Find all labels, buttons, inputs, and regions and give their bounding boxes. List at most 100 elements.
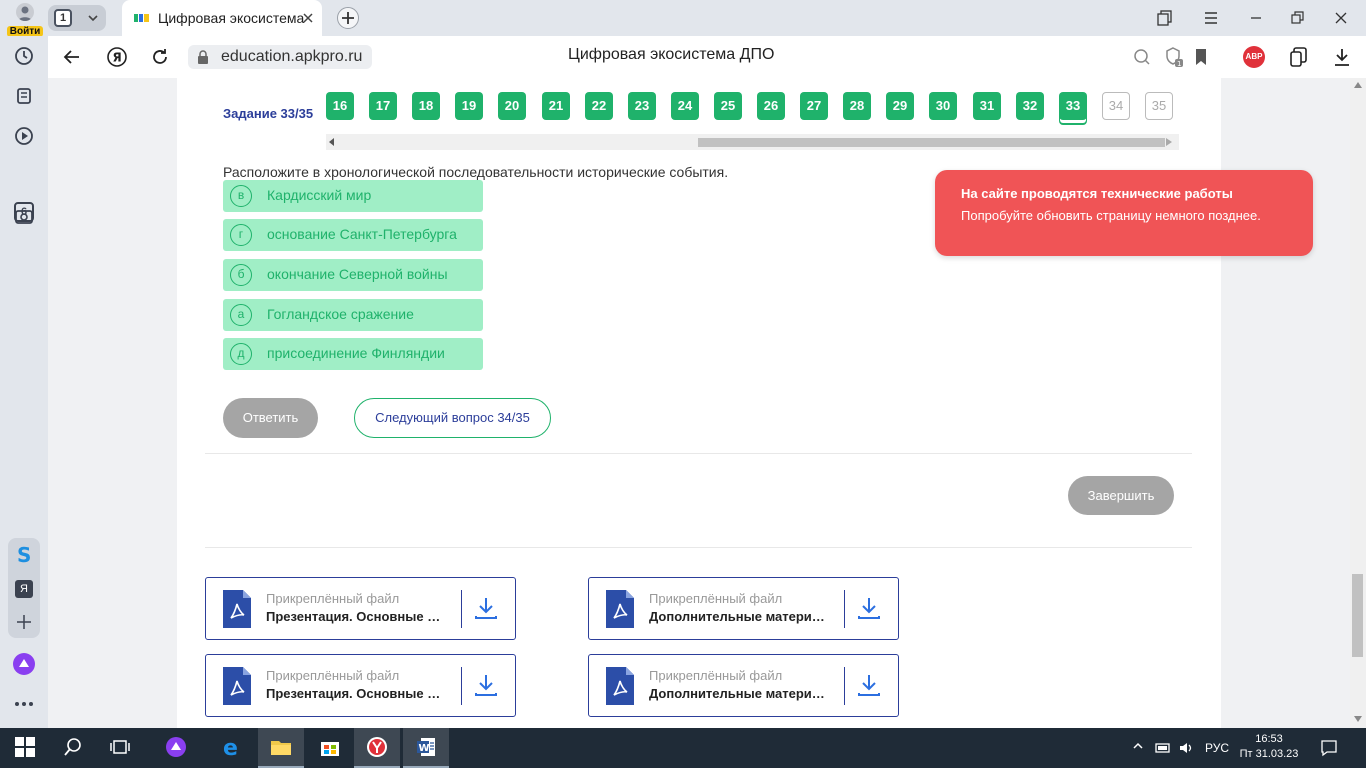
back-arrow-icon[interactable] [62, 47, 82, 67]
left-gutter [48, 78, 177, 728]
answer-option[interactable]: б окончание Северной войны [223, 259, 483, 291]
clock[interactable]: 16:53 Пт 31.03.23 [1236, 732, 1302, 762]
volume-icon[interactable] [1179, 741, 1195, 755]
scroll-thumb[interactable] [698, 138, 1165, 147]
protect-icon[interactable]: 1 [1164, 46, 1184, 68]
minimize-icon[interactable] [1248, 10, 1264, 26]
question-nav-button[interactable]: 18 [412, 92, 440, 120]
option-text: окончание Северной войны [267, 266, 448, 282]
tab-count-button[interactable]: 1 [48, 5, 106, 31]
page-scroll-thumb[interactable] [1352, 574, 1363, 657]
word-icon[interactable]: W [403, 728, 449, 768]
question-nav-button[interactable]: 31 [973, 92, 1001, 120]
tray-chevron-up-icon[interactable] [1133, 741, 1143, 751]
question-nav-button[interactable]: 26 [757, 92, 785, 120]
finish-button[interactable]: Завершить [1068, 476, 1174, 515]
new-tab-button[interactable] [337, 7, 359, 29]
language-indicator[interactable]: РУС [1205, 741, 1229, 755]
question-nav-button[interactable]: 22 [585, 92, 613, 120]
question-nav-button[interactable]: 33 [1059, 92, 1087, 120]
question-nav-button[interactable]: 23 [628, 92, 656, 120]
question-nav-button[interactable]: 25 [714, 92, 742, 120]
search-icon[interactable] [50, 728, 96, 768]
alice-taskbar-icon[interactable] [153, 728, 199, 768]
edge-icon[interactable]: e [210, 728, 256, 768]
question-nav-button[interactable]: 21 [542, 92, 570, 120]
screenshot-camera-icon[interactable] [12, 204, 36, 228]
question-nav-button[interactable]: 32 [1016, 92, 1044, 120]
scroll-down-icon[interactable] [1354, 716, 1362, 722]
answer-option[interactable]: г основание Санкт-Петербурга [223, 219, 483, 251]
download-file-icon[interactable] [474, 673, 498, 697]
start-button[interactable] [2, 728, 48, 768]
download-file-icon[interactable] [857, 596, 881, 620]
option-text: основание Санкт-Петербурга [267, 226, 457, 242]
more-dots-icon[interactable] [12, 692, 36, 716]
restore-icon[interactable] [1290, 10, 1306, 26]
battery-icon[interactable] [1154, 741, 1172, 755]
attached-file[interactable]: Прикреплённый файл Дополнительные матери… [588, 577, 899, 640]
option-text: присоединение Финляндии [267, 345, 445, 361]
file-explorer-icon[interactable] [258, 728, 304, 768]
active-tab[interactable]: Цифровая экосистема [122, 0, 322, 36]
address-bar: Я education.apkpro.ru Цифровая экосистем… [48, 36, 1366, 78]
question-nav-button[interactable]: 28 [843, 92, 871, 120]
question-nav-button[interactable]: 34 [1102, 92, 1130, 120]
question-nav-button[interactable]: 24 [671, 92, 699, 120]
question-nav-button[interactable]: 35 [1145, 92, 1173, 120]
translate-icon[interactable] [1133, 48, 1151, 66]
attached-file[interactable]: Прикреплённый файл Презентация. Основные… [205, 654, 516, 717]
collections-icon[interactable] [1157, 10, 1173, 26]
url-field[interactable]: education.apkpro.ru [188, 45, 372, 69]
app-s-icon[interactable]: S [15, 544, 33, 566]
alice-assistant-icon[interactable] [12, 652, 36, 676]
answer-button[interactable]: Ответить [223, 398, 318, 438]
page-scrollbar[interactable] [1350, 78, 1366, 728]
yandex-browser-icon[interactable] [354, 728, 400, 768]
bookmark-icon[interactable] [1194, 48, 1208, 66]
download-icon[interactable] [1332, 47, 1352, 67]
question-nav-button[interactable]: 20 [498, 92, 526, 120]
question-nav-button[interactable]: 30 [929, 92, 957, 120]
login-button[interactable]: Войти [6, 3, 44, 37]
close-window-icon[interactable] [1333, 10, 1349, 26]
answer-option[interactable]: д присоединение Финляндии [223, 338, 483, 370]
maintenance-toast[interactable]: На сайте проводятся технические работы П… [935, 170, 1313, 256]
add-app-icon[interactable] [14, 612, 34, 632]
scroll-left-icon[interactable] [329, 138, 335, 146]
video-play-icon[interactable] [12, 124, 36, 148]
question-nav-button[interactable]: 29 [886, 92, 914, 120]
download-file-icon[interactable] [857, 673, 881, 697]
option-text: Гогландское сражение [267, 306, 414, 322]
divider [205, 453, 1192, 454]
download-file-icon[interactable] [474, 596, 498, 620]
question-nav-scrollbar[interactable] [326, 134, 1179, 150]
file-caption: Прикреплённый файл [266, 668, 400, 683]
question-nav-button[interactable]: 27 [800, 92, 828, 120]
notes-icon[interactable] [12, 84, 36, 108]
adblock-icon[interactable]: ABP [1243, 46, 1265, 68]
yandex-logo-icon[interactable]: Я [106, 46, 128, 68]
question-nav-button[interactable]: 17 [369, 92, 397, 120]
store-icon[interactable] [307, 728, 353, 768]
menu-icon[interactable] [1203, 10, 1219, 26]
lock-icon [197, 50, 209, 64]
scroll-right-icon[interactable] [1166, 138, 1172, 146]
notifications-icon[interactable] [1320, 739, 1338, 757]
svg-text:1: 1 [1177, 60, 1181, 68]
file-name: Презентация. Основные направления [266, 686, 446, 701]
attached-file[interactable]: Прикреплённый файл Дополнительные матери… [588, 654, 899, 717]
reader-icon[interactable] [1289, 46, 1309, 68]
next-question-button[interactable]: Следующий вопрос 34/35 [354, 398, 551, 438]
reload-icon[interactable] [150, 47, 170, 67]
close-tab-icon[interactable] [300, 10, 316, 26]
answer-option[interactable]: а Гогландское сражение [223, 299, 483, 331]
app-ya-icon[interactable]: Я [15, 580, 33, 598]
attached-file[interactable]: Прикреплённый файл Презентация. Основные… [205, 577, 516, 640]
scroll-up-icon[interactable] [1354, 82, 1362, 88]
history-icon[interactable] [12, 44, 36, 68]
question-nav-button[interactable]: 16 [326, 92, 354, 120]
task-view-icon[interactable] [97, 728, 143, 768]
question-nav-button[interactable]: 19 [455, 92, 483, 120]
answer-option[interactable]: в Кардисский мир [223, 180, 483, 212]
